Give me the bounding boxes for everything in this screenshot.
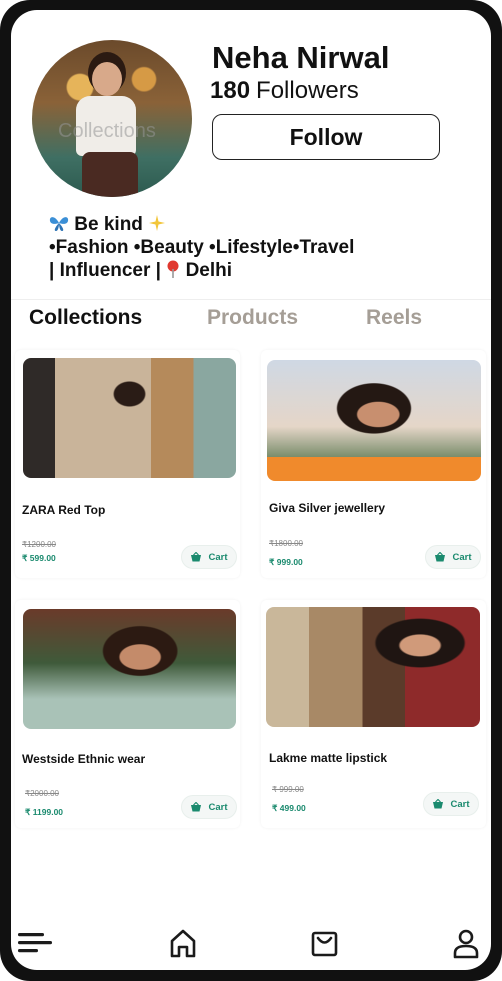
- product-name: ZARA Red Top: [22, 503, 106, 517]
- cart-label: Cart: [208, 801, 228, 813]
- avatar-person-legs: [82, 152, 138, 197]
- product-card[interactable]: Lakme matte lipstick ₹ 999.00 ₹ 499.00 C…: [261, 600, 486, 828]
- location-pin-icon: [166, 260, 185, 281]
- profile-name: Neha Nirwal: [212, 40, 390, 75]
- product-image[interactable]: [266, 607, 480, 727]
- product-image[interactable]: [23, 358, 236, 478]
- product-price: ₹ 999.00: [269, 557, 303, 567]
- app-screen: Collections Neha Nirwal 180 Followers Fol…: [11, 10, 491, 970]
- profile-icon[interactable]: [446, 925, 486, 961]
- butterfly-icon: [49, 214, 74, 235]
- avatar-person-head: [92, 62, 122, 96]
- basket-icon: [190, 551, 202, 562]
- bio-line-2: •Fashion •Beauty •Lifestyle•Travel: [49, 237, 355, 258]
- followers-row[interactable]: 180 Followers: [210, 77, 359, 105]
- followers-count: 180: [210, 77, 251, 104]
- product-name: Giva Silver jewellery: [269, 501, 386, 515]
- product-name: Westside Ethnic wear: [22, 752, 146, 766]
- product-image[interactable]: [23, 609, 236, 729]
- bio-be-kind-text: Be kind: [74, 214, 143, 235]
- product-old-price: ₹2000.00: [25, 789, 60, 798]
- home-icon[interactable]: [164, 925, 204, 961]
- add-to-cart-button[interactable]: Cart: [181, 545, 237, 569]
- basket-icon: [190, 801, 202, 812]
- product-price: ₹ 1199.00: [25, 807, 64, 817]
- product-image[interactable]: [267, 360, 481, 481]
- cart-label: Cart: [452, 551, 472, 563]
- profile-avatar[interactable]: Collections: [32, 40, 192, 197]
- shopping-bag-icon[interactable]: [305, 925, 345, 961]
- bio-line-1: Be kind: [49, 213, 354, 236]
- followers-label: Followers: [256, 77, 359, 104]
- product-card[interactable]: Giva Silver jewellery ₹1800.00 ₹ 999.00 …: [261, 350, 486, 578]
- product-card[interactable]: Westside Ethnic wear ₹2000.00 ₹ 1199.00 …: [15, 600, 240, 828]
- tab-collections[interactable]: Collections: [29, 306, 142, 330]
- product-card[interactable]: ZARA Red Top ₹1200.00 ₹ 599.00 Cart: [15, 350, 240, 578]
- sparkle-icon: [148, 214, 166, 235]
- product-old-price: ₹ 999.00: [272, 785, 304, 794]
- add-to-cart-button[interactable]: Cart: [181, 795, 237, 819]
- tabs-divider: [11, 299, 491, 300]
- product-name: Lakme matte lipstick: [269, 751, 388, 765]
- tab-products[interactable]: Products: [207, 306, 298, 330]
- bottom-nav: [11, 915, 491, 970]
- cart-label: Cart: [450, 798, 470, 810]
- bio-location-text: Delhi: [185, 260, 233, 281]
- product-price: ₹ 499.00: [272, 803, 306, 813]
- cart-label: Cart: [208, 551, 228, 563]
- follow-button[interactable]: Follow: [212, 114, 440, 160]
- product-old-price: ₹1800.00: [269, 539, 304, 548]
- menu-icon[interactable]: [16, 925, 56, 961]
- add-to-cart-button[interactable]: Cart: [425, 545, 481, 569]
- basket-icon: [434, 551, 446, 562]
- bio-influencer-text: | Influencer |: [49, 260, 161, 281]
- basket-icon: [432, 798, 444, 809]
- product-old-price: ₹1200.00: [22, 540, 57, 549]
- product-price: ₹ 599.00: [22, 553, 56, 563]
- tab-reels[interactable]: Reels: [366, 306, 422, 330]
- avatar-overlay-text: Collections: [58, 120, 156, 142]
- profile-bio: Be kind •Fashion •Beauty •Lifestyle•Trav…: [49, 213, 354, 282]
- bio-line-3: | Influencer | Delhi: [49, 259, 354, 282]
- add-to-cart-button[interactable]: Cart: [423, 792, 479, 816]
